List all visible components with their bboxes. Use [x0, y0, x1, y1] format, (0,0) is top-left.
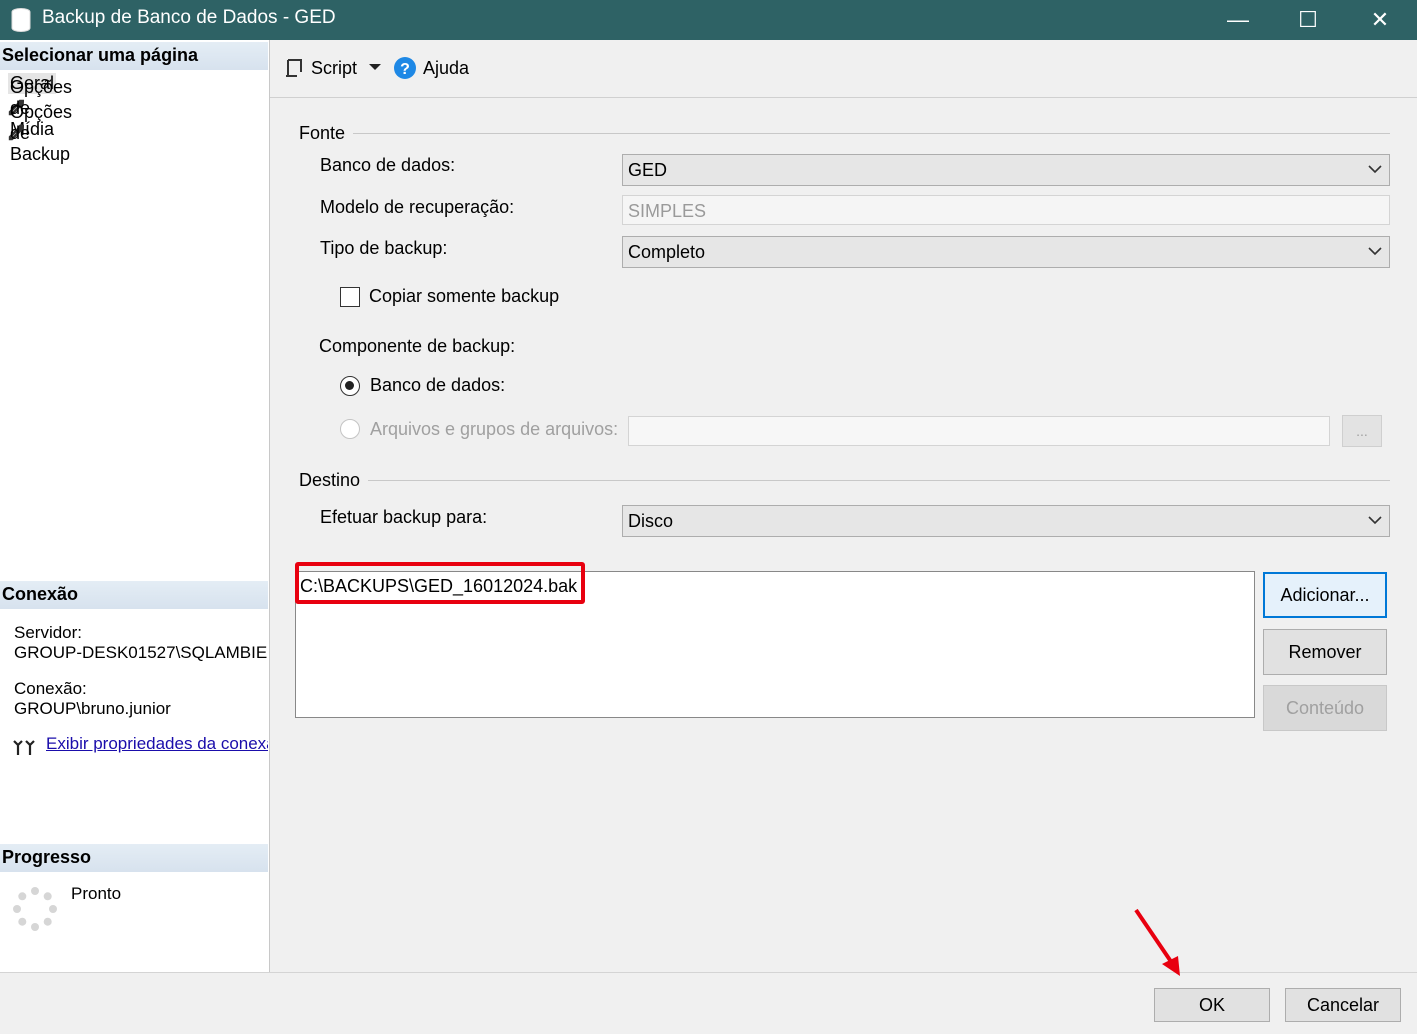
script-dropdown-icon[interactable]: [368, 62, 382, 72]
radio-database[interactable]: [340, 376, 360, 396]
help-label: Ajuda: [423, 57, 470, 78]
radio-database-label: Banco de dados:: [370, 375, 506, 395]
progress-spinner-icon: [13, 887, 57, 931]
recovery-model-field: SIMPLES: [622, 195, 1390, 225]
add-button[interactable]: Adicionar...: [1263, 572, 1387, 618]
destination-group-title: Destino: [299, 470, 369, 491]
files-input[interactable]: [628, 416, 1330, 446]
copy-only-checkbox[interactable]: [340, 287, 360, 307]
page-backup-options-label: Opções de Backup: [10, 101, 73, 164]
backup-type-label: Tipo de backup:: [320, 238, 448, 258]
help-icon: ?: [394, 57, 416, 79]
copy-only-label: Copiar somente backup: [369, 286, 560, 306]
close-button[interactable]: ✕: [1350, 0, 1410, 40]
footer-bar: OK Cancelar: [0, 972, 1417, 1034]
connection-label: Conexão:: [14, 679, 87, 698]
progress-status: Pronto: [71, 884, 122, 903]
backup-type-select[interactable]: Completo: [622, 236, 1390, 268]
chevron-down-icon: [1368, 516, 1382, 525]
radio-files-label: Arquivos e grupos de arquivos:: [370, 419, 619, 439]
browse-files-button[interactable]: ...: [1342, 415, 1382, 447]
red-arrow-annotation-icon: [1134, 908, 1180, 976]
database-label: Banco de dados:: [320, 155, 456, 175]
script-icon: [286, 59, 302, 77]
source-group-line: [350, 133, 1390, 134]
chevron-down-icon: [1368, 165, 1382, 174]
radio-files[interactable]: [340, 419, 360, 439]
left-pane: Selecionar uma página Geral Opções de Mí…: [0, 40, 270, 972]
cancel-button[interactable]: Cancelar: [1285, 988, 1401, 1022]
chevron-down-icon: [1368, 247, 1382, 256]
server-value: GROUP-DESK01527\SQLAMBIENTE: [14, 643, 268, 662]
ok-button[interactable]: OK: [1154, 988, 1270, 1022]
select-page-header: Selecionar uma página: [0, 42, 268, 70]
highlight-box: [295, 562, 585, 604]
window-title: Backup de Banco de Dados - GED: [42, 7, 336, 28]
script-button[interactable]: Script: [283, 55, 357, 81]
database-select[interactable]: GED: [622, 154, 1390, 186]
database-icon: [11, 8, 31, 32]
connection-properties-icon: [13, 740, 35, 755]
contents-button[interactable]: Conteúdo: [1263, 685, 1387, 731]
recovery-model-label: Modelo de recuperação:: [320, 197, 515, 217]
backup-to-label: Efetuar backup para:: [320, 507, 488, 527]
remove-button[interactable]: Remover: [1263, 629, 1387, 675]
destination-group-line: [350, 480, 1390, 481]
minimize-button[interactable]: —: [1208, 0, 1268, 40]
page-backup-options[interactable]: Opções de Backup: [8, 102, 72, 164]
server-label: Servidor:: [14, 623, 83, 642]
connection-header: Conexão: [0, 581, 268, 609]
backup-to-value: Disco: [628, 511, 674, 531]
script-label: Script: [311, 57, 358, 78]
progress-header: Progresso: [0, 844, 268, 872]
svg-text:?: ?: [400, 61, 410, 78]
toolbar: Script ? Ajuda: [270, 40, 1417, 98]
backup-type-value: Completo: [628, 242, 706, 262]
source-group-title: Fonte: [299, 123, 354, 144]
database-value: GED: [628, 160, 668, 180]
help-button[interactable]: ? Ajuda: [393, 55, 469, 81]
maximize-button[interactable]: ☐: [1278, 0, 1338, 40]
backup-component-label: Componente de backup:: [319, 336, 516, 356]
backup-to-select[interactable]: Disco: [622, 505, 1390, 537]
title-bar: Backup de Banco de Dados - GED — ☐ ✕: [0, 0, 1417, 40]
connection-properties-link[interactable]: Exibir propriedades da conexão: [46, 734, 268, 754]
connection-value: GROUP\bruno.junior: [14, 699, 171, 718]
